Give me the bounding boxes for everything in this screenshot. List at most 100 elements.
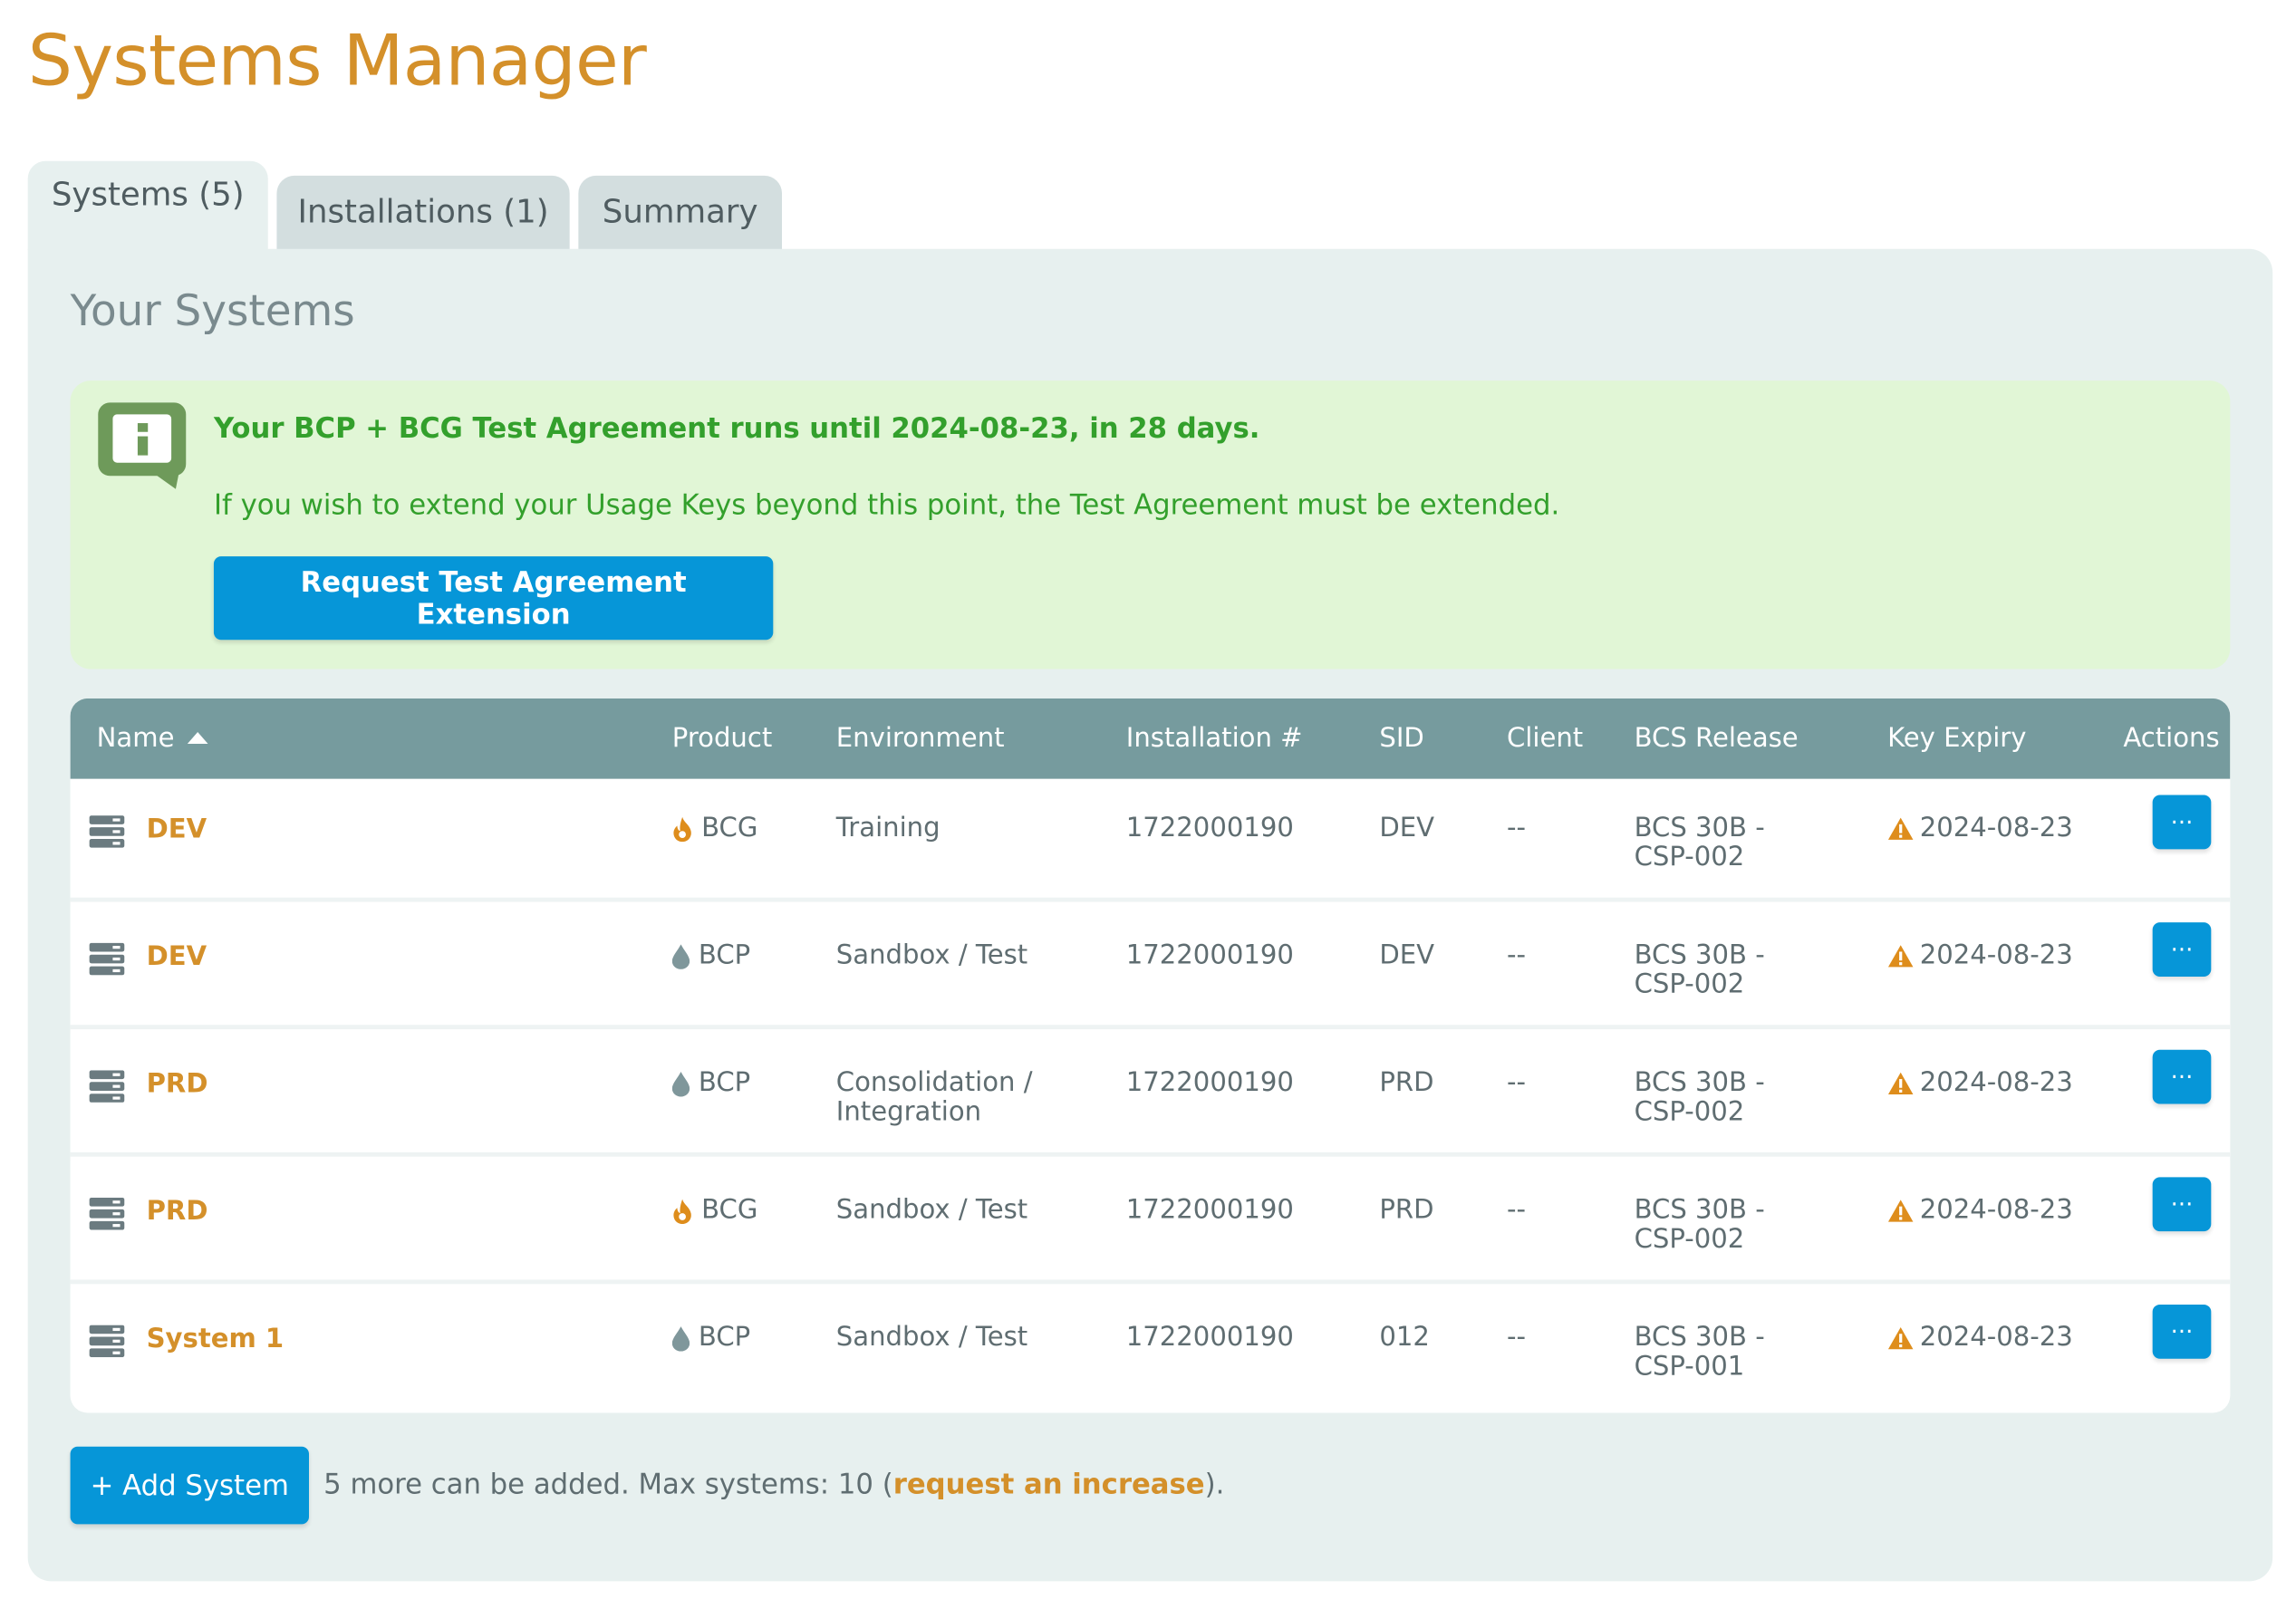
- tab-summary-label: Summary: [602, 194, 758, 232]
- row-actions-button[interactable]: ···: [2152, 1304, 2212, 1359]
- column-header-environment[interactable]: Environment: [836, 699, 1005, 779]
- warning-icon: [1887, 945, 1914, 968]
- row-actions-button[interactable]: ···: [2152, 922, 2212, 977]
- request-extension-button[interactable]: Request Test Agreement Extension: [213, 556, 774, 641]
- column-header-actions: Actions: [2123, 723, 2220, 755]
- release-line-1: BCS 30B -: [1634, 1194, 1765, 1226]
- server-icon: [89, 1070, 125, 1103]
- system-limit-text: 5 more can be added. Max systems: 10 (re…: [323, 1469, 1224, 1501]
- release-cell: BCS 30B - CSP-001: [1634, 1322, 1765, 1383]
- installation-cell: 1722000190: [1125, 1067, 1294, 1099]
- system-name-link[interactable]: System 1: [147, 1324, 285, 1354]
- section-title: Your Systems: [70, 285, 355, 336]
- environment-cell: Sandbox / Test: [835, 1322, 1028, 1354]
- environment-line-1: Sandbox / Test: [835, 1194, 1028, 1226]
- expiry-date: 2024-08-23: [1919, 1322, 2073, 1354]
- product-cell: BCP: [671, 1067, 751, 1099]
- row-actions-button[interactable]: ···: [2152, 795, 2212, 850]
- request-increase-link[interactable]: request an increase: [893, 1469, 1205, 1501]
- row-actions-button[interactable]: ···: [2152, 1049, 2212, 1104]
- environment-cell: Training: [836, 814, 941, 843]
- release-line-1: BCS 30B -: [1634, 812, 1765, 843]
- environment-cell: Consolidation / Integration: [835, 1067, 1033, 1128]
- release-cell: BCS 30B - CSP-002: [1634, 940, 1765, 1000]
- column-header-name[interactable]: Name: [97, 699, 210, 779]
- notice-body: If you wish to extend your Usage Keys be…: [213, 488, 1560, 522]
- flame-icon: [673, 1198, 691, 1224]
- sort-ascending-icon: [188, 731, 208, 744]
- table-header: Name Product Environment Installation # …: [70, 698, 2231, 779]
- add-system-button[interactable]: + Add System: [70, 1446, 309, 1525]
- release-line-2: CSP-002: [1634, 968, 1745, 1000]
- sid-cell: DEV: [1379, 812, 1435, 843]
- drop-icon: [671, 1071, 690, 1096]
- expiry-date: 2024-08-23: [1919, 1194, 2073, 1226]
- expiry-cell: 2024-08-23: [1887, 1196, 2073, 1225]
- release-cell: BCS 30B - CSP-002: [1635, 814, 1765, 873]
- column-header-sid[interactable]: SID: [1379, 699, 1423, 779]
- sid-cell: DEV: [1379, 939, 1435, 971]
- column-header-expiry[interactable]: Key Expiry: [1887, 699, 2026, 779]
- client-cell: --: [1506, 812, 1526, 843]
- release-cell: BCS 30B - CSP-002: [1634, 1068, 1765, 1128]
- expiry-date: 2024-08-23: [1919, 939, 2073, 971]
- systems-manager-page: Systems Manager Systems (5) Installation…: [0, 0, 2296, 1609]
- system-name-link[interactable]: PRD: [147, 1196, 208, 1227]
- product-cell: BCG: [672, 1194, 758, 1226]
- release-line-1: BCS 30B -: [1634, 1322, 1765, 1354]
- product-label: BCP: [698, 939, 751, 971]
- tab-systems[interactable]: Systems (5): [27, 160, 268, 251]
- drop-icon: [671, 943, 690, 969]
- product-label: BCG: [701, 1194, 758, 1226]
- app-title: Systems Manager: [27, 20, 647, 103]
- release-line-2: CSP-002: [1634, 1224, 1745, 1255]
- notice-headline: Your BCP + BCG Test Agreement runs until…: [213, 412, 1260, 446]
- column-header-installation[interactable]: Installation #: [1126, 699, 1303, 779]
- systems-panel: Your Systems Your BCP + BCG Test Agreeme…: [27, 248, 2273, 1582]
- product-cell: BCP: [671, 1322, 751, 1354]
- client-cell: --: [1506, 1322, 1526, 1354]
- server-icon: [89, 942, 125, 976]
- release-line-2: CSP-001: [1634, 1351, 1745, 1383]
- environment-line-1: Sandbox / Test: [835, 1322, 1028, 1354]
- column-header-client[interactable]: Client: [1507, 699, 1583, 779]
- product-cell: BCG: [672, 812, 758, 843]
- warning-icon: [1887, 817, 1914, 840]
- tab-summary[interactable]: Summary: [578, 175, 782, 251]
- column-header-release[interactable]: BCS Release: [1635, 699, 1799, 779]
- drop-icon: [671, 1325, 690, 1351]
- warning-icon: [1887, 1326, 1914, 1350]
- column-header-product[interactable]: Product: [672, 699, 772, 779]
- environment-cell: Sandbox / Test: [836, 940, 1027, 970]
- environment-line-1: Consolidation /: [835, 1067, 1033, 1099]
- release-cell: BCS 30B - CSP-002: [1635, 1196, 1765, 1255]
- product-label: BCP: [698, 1067, 751, 1099]
- expiry-date: 2024-08-23: [1919, 1067, 2073, 1099]
- product-label: BCP: [698, 1322, 751, 1354]
- system-name-link[interactable]: PRD: [147, 1069, 208, 1100]
- expiry-date: 2024-08-23: [1919, 812, 2073, 843]
- product-label: BCG: [701, 812, 758, 843]
- client-cell: --: [1506, 1194, 1526, 1226]
- info-icon: [98, 402, 187, 489]
- expiry-cell: 2024-08-23: [1887, 814, 2073, 843]
- installation-cell: 1722000190: [1125, 1322, 1294, 1354]
- flame-icon: [673, 815, 691, 842]
- row-actions-button[interactable]: ···: [2152, 1177, 2212, 1232]
- table-row: DEV BCP Sandbox / Test 1722000190 DEV --…: [70, 906, 2231, 1030]
- column-header-name-label: Name: [96, 723, 175, 755]
- table-row: PRD BCP Consolidation / Integration 17220…: [70, 1033, 2231, 1157]
- sid-cell: PRD: [1379, 1067, 1434, 1099]
- limit-text-prefix: 5 more can be added. Max systems: 10 (: [323, 1468, 893, 1501]
- system-name-link[interactable]: DEV: [147, 941, 207, 972]
- system-name-link[interactable]: DEV: [147, 814, 207, 845]
- server-icon: [89, 815, 125, 848]
- client-cell: --: [1506, 1067, 1526, 1099]
- expiry-cell: 2024-08-23: [1887, 1322, 2073, 1354]
- sid-cell: PRD: [1379, 1194, 1434, 1226]
- installation-cell: 1722000190: [1125, 939, 1294, 971]
- release-line-2: CSP-002: [1634, 1096, 1745, 1128]
- tab-installations[interactable]: Installations (1): [276, 175, 570, 251]
- environment-cell: Sandbox / Test: [836, 1196, 1027, 1225]
- tab-systems-label: Systems (5): [51, 177, 245, 214]
